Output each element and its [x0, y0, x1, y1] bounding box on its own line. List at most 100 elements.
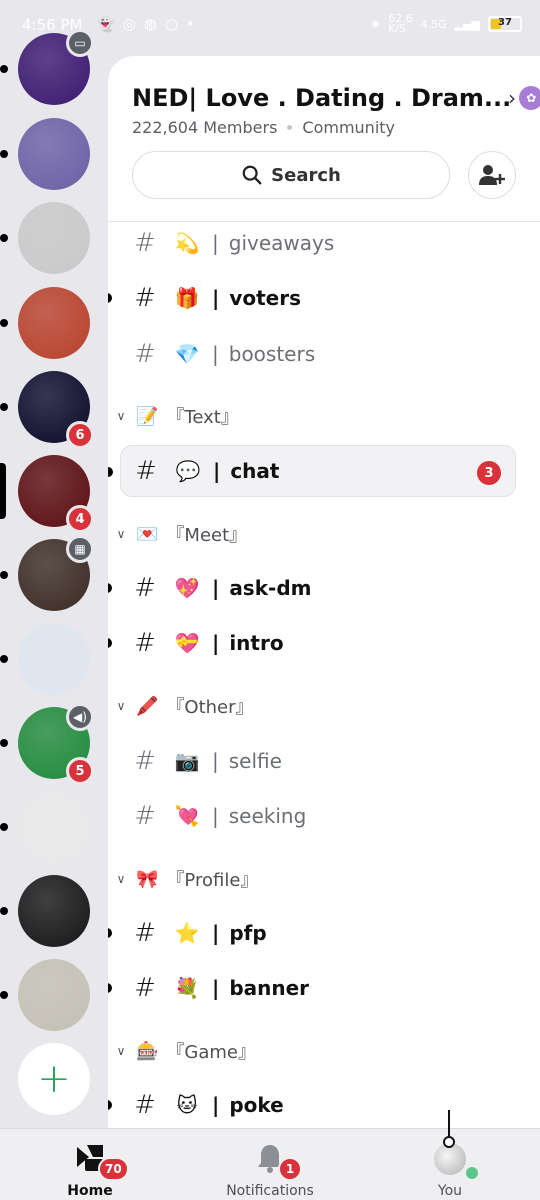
channel-separator: | [212, 921, 220, 945]
chevron-right-icon[interactable]: › [508, 86, 516, 110]
discord-icon: ◍ [143, 15, 157, 33]
server-cat[interactable] [0, 202, 90, 274]
channel-label: seeking [228, 804, 307, 828]
server-dark-blue[interactable]: 6 [0, 371, 94, 449]
channel-pfp[interactable]: # ⭐ | pfp [108, 907, 516, 959]
channel-separator: | [212, 342, 219, 366]
server-ned[interactable]: 4 [0, 455, 94, 533]
mention-badge: 5 [66, 757, 94, 785]
channel-ask-dm[interactable]: # 💖 | ask-dm [108, 562, 516, 614]
more-dot-icon: • [185, 15, 195, 33]
channel-label: pfp [229, 921, 267, 945]
channel-separator: | [212, 749, 219, 773]
battery-icon: 37 [488, 16, 522, 32]
category-header[interactable]: ∨ 🖍️ 『Other』 [114, 693, 254, 719]
server-icon [18, 791, 90, 863]
channel-separator: | [212, 631, 220, 655]
category-header[interactable]: ∨ 🎰 『Game』 [114, 1038, 256, 1064]
category-label: 『Profile』 [166, 870, 259, 891]
category-header[interactable]: ∨ 💌 『Meet』 [114, 521, 248, 547]
hash-icon: # [134, 283, 156, 313]
member-count: 222,604 Members [132, 118, 278, 137]
server-dark[interactable] [0, 875, 90, 947]
mention-badge: 6 [66, 421, 94, 449]
channel-selfie[interactable]: # 📷 | selfie [120, 735, 516, 787]
hash-icon: # [134, 918, 156, 948]
category-header[interactable]: ∨ 📝 『Text』 [114, 403, 239, 429]
server-type: Community [302, 118, 396, 137]
channel-banner[interactable]: # 💐 | banner [108, 962, 516, 1014]
mention-count-badge: 3 [477, 461, 501, 485]
partner-badge-icon: ✿ [519, 86, 540, 110]
channel-label: banner [229, 976, 310, 1000]
invite-members-button[interactable] [468, 151, 516, 199]
channel-separator: | [212, 576, 220, 600]
server-sketch[interactable] [0, 623, 90, 695]
channel-emoji: 🐱 [176, 1093, 198, 1117]
bottom-nav: 70 Home 1 Notifications You [0, 1128, 540, 1200]
channel-seeking[interactable]: # 💘 | seeking [120, 790, 516, 842]
channel-label: voters [229, 286, 301, 310]
channel-emoji: 💎 [174, 342, 200, 366]
category-header[interactable]: ∨ 🎀 『Profile』 [114, 866, 259, 892]
server-dark-brown[interactable]: ▦ [0, 535, 94, 611]
nav-notifications[interactable]: 1 Notifications [210, 1129, 330, 1200]
server-jester-ferret[interactable] [0, 959, 90, 1031]
hash-icon: # [134, 228, 156, 258]
unread-indicator [108, 583, 112, 593]
home-badge: 70 [98, 1157, 129, 1181]
channel-label: giveaways [228, 231, 335, 255]
category-emoji: 📝 [136, 405, 159, 427]
signal-icon: ▂▄▆ [454, 17, 480, 31]
server-fz[interactable]: ◀) 5 [0, 703, 94, 785]
status-right: ✱ 62.6 K/S 4.5G ▂▄▆ 37 [370, 12, 522, 35]
add-server-button[interactable]: + [18, 1043, 90, 1115]
channel-chat[interactable]: # 💬 | chat 3 [108, 445, 516, 497]
search-button[interactable]: Search [132, 151, 450, 199]
channel-poke[interactable]: # 🐱 | poke [108, 1079, 516, 1128]
category-label: 『Meet』 [166, 525, 248, 546]
unread-indicator [0, 403, 8, 411]
unread-indicator [0, 234, 8, 242]
channel-boosters[interactable]: # 💎 | boosters [120, 328, 516, 380]
channel-separator: | [212, 231, 219, 255]
channel-intro[interactable]: # 💝 | intro [108, 617, 516, 669]
server-anime-girl[interactable] [0, 118, 90, 190]
channel-label: intro [229, 631, 284, 655]
server-title[interactable]: NED| Love . Dating . Dram... ✿ [132, 84, 540, 112]
hash-icon: # [134, 973, 156, 1003]
unread-indicator [108, 1100, 112, 1110]
server-icon [18, 959, 90, 1031]
server-rail: ▭ 6 4 ▦ ◀) 5 [0, 0, 108, 1128]
network-type: 4.5G [420, 17, 447, 31]
speaker-icon: ◀) [66, 703, 94, 731]
monitor-icon: ▭ [66, 29, 94, 57]
bluetooth-icon: ✱ [370, 17, 381, 31]
search-icon [242, 165, 262, 185]
server-meta: 222,604 Members Community [132, 118, 395, 137]
hash-icon: # [134, 339, 156, 369]
server-tea[interactable] [0, 287, 90, 359]
unread-indicator [108, 638, 112, 648]
chevron-down-icon: ∨ [116, 527, 126, 541]
channel-emoji: 💫 [174, 231, 200, 255]
unread-indicator [0, 823, 8, 831]
selected-indicator [0, 463, 6, 519]
channel-emoji: ⭐ [174, 921, 200, 945]
channel-label: selfie [228, 749, 282, 773]
notifications-badge: 1 [278, 1157, 302, 1181]
server-p-logo[interactable]: ▭ [0, 29, 94, 105]
channel-giveaways[interactable]: # 💫 | giveaways [120, 217, 516, 269]
category-label: 『Other』 [166, 697, 254, 718]
net-speed: 62.6 K/S [388, 12, 413, 35]
category-label: 『Text』 [166, 407, 239, 428]
nav-home[interactable]: 70 Home [30, 1129, 150, 1200]
server-white-figure[interactable] [0, 791, 90, 863]
channel-voters[interactable]: # 🎁 | voters [108, 272, 516, 324]
channel-label: poke [229, 1093, 284, 1117]
unread-indicator [0, 991, 8, 999]
channel-emoji: 💐 [174, 976, 200, 1000]
unread-indicator [0, 739, 8, 747]
chevron-down-icon: ∨ [116, 699, 126, 713]
unread-indicator [0, 655, 8, 663]
